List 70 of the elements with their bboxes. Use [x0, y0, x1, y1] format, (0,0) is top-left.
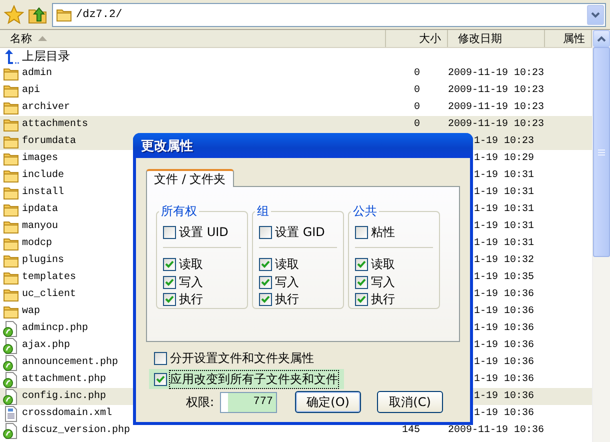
checkbox-label: 读取	[275, 256, 299, 274]
modified-date: 1-19 10:31	[472, 187, 535, 198]
modified-date: 2009-11-19 10:23	[448, 68, 545, 79]
modified-date: 1-19 10:36	[472, 408, 535, 419]
modified-date: 1-19 10:36	[472, 391, 535, 402]
modified-date: 1-19 10:29	[472, 153, 535, 164]
file-name: modcp	[22, 238, 52, 249]
modified-date: 1-19 10:36	[472, 357, 535, 368]
checkbox-label: 写入	[371, 274, 395, 291]
checkbox-label: 执行	[275, 290, 299, 308]
permission-label: 权限:	[186, 394, 214, 410]
modified-date: 1-19 10:36	[472, 374, 535, 385]
file-name: ajax.php	[22, 340, 70, 351]
checkbox-label: 读取	[179, 256, 203, 274]
file-size: 145	[400, 425, 421, 436]
file-name: config.inc.php	[22, 391, 106, 402]
modified-date: 2009-11-19 10:23	[448, 85, 545, 96]
file-name: announcement.php	[22, 357, 118, 368]
checkbox-label: 应用改变到所有子文件夹和文件	[170, 370, 338, 388]
modified-date: 2009-11-19 10:23	[448, 102, 545, 113]
modified-date: 1-19 10:31	[472, 238, 535, 249]
file-name: images	[22, 153, 58, 164]
modified-date: 1-19 10:36	[472, 323, 535, 334]
checkbox-label: 写入	[275, 274, 299, 291]
checkbox-label: 读取	[371, 256, 395, 274]
file-name: archiver	[22, 102, 70, 113]
checkbox-label: 粘性	[371, 224, 395, 242]
file-name: wap	[22, 306, 40, 317]
group-title: 公共	[352, 203, 378, 220]
checkbox-label: 执行	[371, 290, 395, 308]
checkbox-label: 分开设置文件和文件夹属性	[170, 350, 314, 366]
file-size: 0	[412, 68, 421, 79]
file-name: include	[22, 170, 64, 181]
modified-date: 1-19 10:32	[472, 255, 535, 266]
file-name: forumdata	[22, 136, 76, 147]
modified-date: 2009-11-19 10:23	[448, 119, 545, 130]
file-name: install	[22, 187, 64, 198]
file-size: 0	[412, 85, 421, 96]
file-name: ipdata	[22, 204, 58, 215]
modified-date: 1-19 10:31	[472, 204, 535, 215]
file-name: plugins	[22, 255, 64, 266]
address-path: /dz7.2/	[76, 8, 124, 20]
dialog-title: 更改属性	[141, 138, 193, 154]
checkbox-label: 执行	[179, 290, 203, 308]
file-name: manyou	[22, 221, 58, 232]
modified-date: 1-19 10:36	[472, 306, 535, 317]
modified-date: 2009-11-19 10:36	[448, 425, 545, 436]
modified-date: 1-19 10:35	[472, 272, 535, 283]
file-name: discuz_version.php	[22, 425, 130, 436]
file-name: crossdomain.xml	[22, 408, 112, 419]
modified-date: 1-19 10:31	[472, 170, 535, 181]
modified-date: 1-19 10:23	[472, 136, 535, 147]
file-name: 上层目录	[22, 48, 70, 65]
checkbox-label: 设置 GID	[275, 224, 325, 242]
file-size: 0	[412, 102, 421, 113]
file-size: 0	[412, 119, 421, 130]
file-name: api	[22, 85, 40, 96]
checkbox-label: 设置 UID	[179, 224, 228, 242]
modified-date: 1-19 10:36	[472, 340, 535, 351]
file-name: uc_client	[22, 289, 76, 300]
file-name: templates	[22, 272, 76, 283]
group-title: 所有权	[160, 203, 198, 220]
checkbox-label: 写入	[179, 274, 203, 291]
file-name: attachments	[22, 119, 88, 130]
modified-date: 1-19 10:36	[472, 289, 535, 300]
file-name: admincp.php	[22, 323, 88, 334]
file-name: admin	[22, 68, 52, 79]
modified-date: 1-19 10:31	[472, 221, 535, 232]
group-title: 组	[256, 203, 270, 220]
file-name: attachment.php	[22, 374, 106, 385]
